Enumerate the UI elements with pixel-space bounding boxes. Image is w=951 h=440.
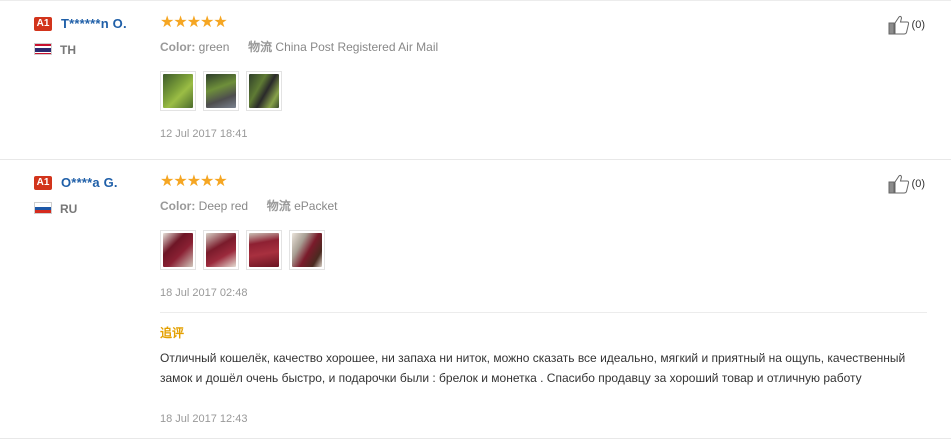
order-attributes: Color: Deep red 物流 ePacket	[160, 197, 337, 214]
buyer-country: RU	[60, 202, 78, 216]
helpful-count: (0)	[911, 178, 925, 190]
color-value: Deep red	[198, 199, 249, 213]
shipping-value: ePacket	[294, 199, 338, 213]
thumbs-up-icon	[888, 174, 909, 194]
review-photo[interactable]	[246, 71, 282, 111]
buyer-level-badge: A1	[34, 17, 52, 31]
helpful-count: (0)	[911, 19, 925, 31]
shipping-value: China Post Registered Air Mail	[275, 40, 439, 54]
review-photo[interactable]	[203, 230, 239, 270]
color-label: Color:	[160, 40, 196, 54]
review-photo[interactable]	[160, 230, 196, 270]
buyer-country: TH	[60, 43, 76, 57]
buyer-level-badge: A1	[34, 176, 52, 190]
helpful-button[interactable]: (0)	[888, 174, 925, 194]
flag-ru-icon	[34, 202, 52, 214]
additional-feedback-date: 18 Jul 2017 12:43	[160, 413, 248, 425]
review-photo[interactable]	[160, 71, 196, 111]
review-date: 12 Jul 2017 18:41	[160, 128, 248, 140]
rating-stars: ★★★★★	[160, 14, 228, 31]
review-photo[interactable]	[289, 230, 325, 270]
review-photo[interactable]	[203, 71, 239, 111]
color-value: green	[198, 40, 230, 54]
color-label: Color:	[160, 199, 196, 213]
thumbs-up-icon	[888, 15, 909, 35]
shipping-label: 物流	[266, 199, 291, 213]
helpful-button[interactable]: (0)	[888, 15, 925, 35]
flag-th-icon	[34, 43, 52, 55]
additional-feedback-text: Отличный кошелёк, качество хорошее, ни з…	[160, 351, 906, 385]
rating-stars: ★★★★★	[160, 173, 228, 190]
review-photos	[160, 230, 325, 270]
review-item: A1 T******n O. TH ★★★★★ Color: green 物流 …	[0, 0, 951, 160]
review-photo[interactable]	[246, 230, 282, 270]
buyer-name: T******n O.	[61, 16, 127, 31]
order-attributes: Color: green 物流 China Post Registered Ai…	[160, 38, 438, 55]
shipping-label: 物流	[248, 40, 273, 54]
review-photos	[160, 71, 282, 111]
divider	[160, 312, 927, 313]
buyer-name: O****a G.	[61, 175, 118, 190]
review-item: A1 O****a G. RU ★★★★★ Color: Deep red 物流…	[0, 160, 951, 439]
divider	[0, 0, 951, 1]
review-date: 18 Jul 2017 02:48	[160, 287, 248, 299]
additional-feedback-label: 追评	[160, 326, 185, 340]
